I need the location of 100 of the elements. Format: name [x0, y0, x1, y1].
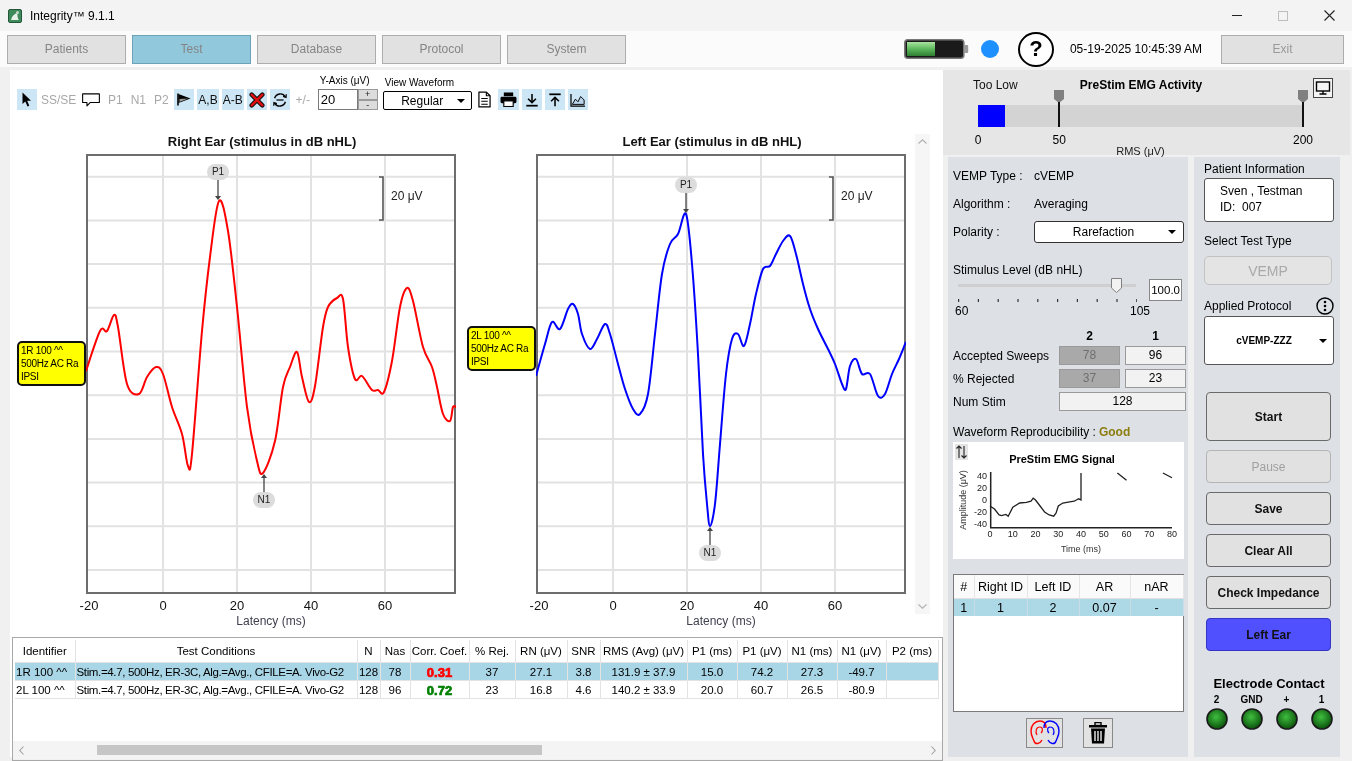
date-time: 05-19-2025 10:45:39 AM: [1069, 42, 1202, 56]
column-header[interactable]: P1 (ms): [687, 640, 737, 663]
column-header[interactable]: % Rej.: [469, 640, 515, 663]
table-cell: 96: [388, 683, 402, 696]
caret-icon[interactable]: [1168, 230, 1176, 234]
table-cell: Stim.=4.7, 500Hz, ER-3C, Alg.=Avg., CFILE=A. Vivo-G2: [76, 683, 344, 696]
column-header[interactable]: nAR: [1130, 575, 1183, 599]
table-cell: 128: [358, 683, 379, 696]
column-header[interactable]: P2 (ms): [886, 640, 938, 663]
column-header[interactable]: RN (μV): [515, 640, 567, 663]
electrode-label: +: [1283, 694, 1290, 706]
table-cell: -80.9: [848, 683, 875, 696]
delete-button[interactable]: [1083, 718, 1113, 748]
peak-marker[interactable]: P1: [675, 177, 697, 193]
column-header[interactable]: Test Conditions: [75, 640, 357, 663]
table-cell: 16.8: [529, 683, 553, 696]
monitor-icon[interactable]: [1313, 78, 1333, 98]
field-label: Algorithm :: [953, 197, 1012, 211]
view-waveform-dropdown[interactable]: Regular: [382, 91, 472, 110]
column-header[interactable]: RMS (Avg) (μV): [600, 640, 687, 663]
field-label: Y-Axis (μV): [318, 74, 370, 87]
column-header: 2: [1085, 328, 1094, 344]
swap-arrows-icon[interactable]: [955, 444, 968, 460]
tick-label: -20: [529, 598, 549, 613]
table-cell: 1: [997, 600, 1004, 615]
tick-label: 70: [1144, 529, 1155, 539]
peak-marker[interactable]: N1: [699, 545, 721, 561]
column-header[interactable]: P1 (μV): [737, 640, 787, 663]
tick-label: 60: [1121, 529, 1132, 539]
tool-button[interactable]: A-B: [221, 89, 244, 110]
scale-label: 20 μV: [391, 189, 423, 203]
value-field: 96: [1125, 346, 1186, 365]
column-header[interactable]: AR: [1079, 575, 1130, 599]
field-label: Stimulus Level (dB nHL): [953, 262, 1084, 279]
field-label: Waveform Reproducibility :: [953, 425, 1096, 439]
column-header[interactable]: Nas: [380, 640, 410, 663]
spin-up-button[interactable]: +: [357, 89, 378, 100]
stimulus-level-field[interactable]: 100.0: [1149, 279, 1182, 301]
table-cell: 2: [1049, 600, 1057, 615]
table-cell: 27.3: [800, 665, 824, 678]
peak-marker[interactable]: N1: [253, 492, 275, 508]
table-cell: 1: [960, 600, 968, 615]
polarity-dropdown[interactable]: Rarefaction: [1034, 221, 1184, 243]
column-header[interactable]: N1 (ms): [787, 640, 837, 663]
table-cell: 128: [358, 665, 379, 678]
electrode-label: 1: [1318, 694, 1325, 706]
y-axis-field[interactable]: 20: [317, 89, 358, 110]
tool-button[interactable]: [17, 89, 37, 110]
chart-title: Right Ear (stimulus in dB nHL): [167, 134, 357, 149]
arrow-icon: [215, 179, 221, 200]
electrode-label: 2: [1213, 694, 1220, 706]
column-header[interactable]: Right ID: [974, 575, 1027, 599]
column-header[interactable]: N: [357, 640, 380, 663]
trash-icon[interactable]: [1089, 722, 1107, 744]
field-label: Num Stim: [953, 394, 1007, 409]
table-cell: 23: [485, 683, 499, 696]
threshold-handle[interactable]: [1298, 90, 1308, 127]
arrow-icon: [683, 192, 689, 213]
close-icon[interactable]: [1323, 10, 1335, 21]
status-dot-icon: [980, 40, 999, 58]
table-row[interactable]: 2L 100 ^^ Stim.=4.7, 500Hz, ER-3C, Alg.=Avg., CFILE=A. Vivo-G2 128 96 0.72 23 16.8 4.6 140.2 ± 33.9 20.0 60.7 26.5 -80.9: [15, 680, 938, 699]
tick-label: -20: [79, 598, 99, 613]
spin-down-button[interactable]: -: [357, 99, 378, 110]
action-button[interactable]: Check Impedance: [1206, 576, 1331, 609]
peak-marker[interactable]: P1: [207, 164, 229, 180]
column-header[interactable]: Identifier: [15, 640, 75, 663]
tool-button[interactable]: A,B: [197, 89, 219, 110]
slider-thumb[interactable]: [1111, 278, 1123, 293]
table-cell: 37: [485, 665, 499, 678]
table-row[interactable]: 1R 100 ^^ Stim.=4.7, 500Hz, ER-3C, Alg.=Avg., CFILE=A. Vivo-G2 128 78 0.31 37 27.1 3.8 131.9 ± 37.9 15.0 74.2 27.3 -49.7: [15, 662, 938, 681]
table-cell: Stim.=4.7, 500Hz, ER-3C, Alg.=Avg., CFILE=A. Vivo-G2: [76, 665, 344, 678]
field-label: VEMP Type :: [953, 169, 1024, 183]
column-header[interactable]: Corr. Coef.: [410, 640, 469, 663]
action-button[interactable]: Clear All: [1206, 534, 1331, 567]
protocol-dropdown[interactable]: cVEMP-ZZZ: [1204, 316, 1334, 365]
caret-icon[interactable]: [1319, 338, 1327, 343]
more-options-icon[interactable]: [1316, 297, 1334, 315]
table-cell: 1R 100 ^^: [16, 665, 68, 678]
cursor-icon[interactable]: [22, 92, 32, 107]
table-cell: 4.6: [575, 683, 592, 696]
field-value: Averaging: [1034, 197, 1088, 211]
column-header[interactable]: N1 (μV): [837, 640, 886, 663]
battery-icon: [903, 39, 969, 59]
table-cell: 60.7: [750, 683, 774, 696]
action-button[interactable]: Start: [1206, 392, 1331, 441]
column-header[interactable]: SNR: [567, 640, 600, 663]
window-title: Integrity™ 9.1.1: [30, 8, 115, 23]
column-header[interactable]: Left ID: [1027, 575, 1079, 599]
threshold-handle[interactable]: [1054, 90, 1065, 127]
action-button[interactable]: Left Ear: [1206, 618, 1331, 651]
caret-icon[interactable]: [456, 98, 465, 103]
tick-label: 80: [1167, 529, 1177, 539]
panel-title: PreStim EMG Activity: [1078, 78, 1204, 92]
arrow-icon: [707, 527, 713, 546]
help-button[interactable]: ?: [1017, 31, 1054, 67]
table-row[interactable]: 1 1 2 0.07 -: [954, 598, 1183, 616]
column-header[interactable]: #: [954, 575, 974, 599]
table-cell: 26.5: [800, 683, 824, 696]
action-button[interactable]: Save: [1206, 492, 1331, 525]
value-field: 37: [1059, 369, 1120, 388]
